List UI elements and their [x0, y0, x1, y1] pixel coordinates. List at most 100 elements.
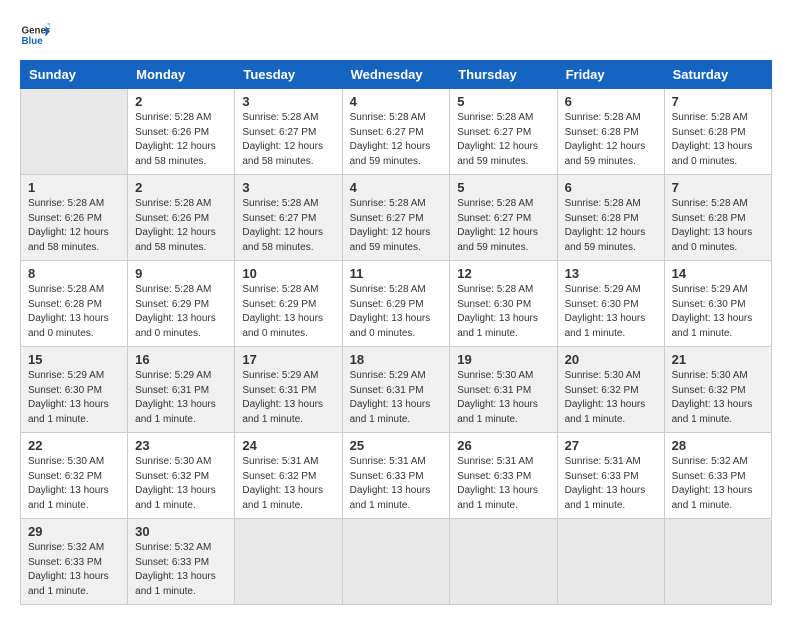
day-info: Sunrise: 5:29 AM Sunset: 6:30 PM Dayligh… — [28, 369, 120, 427]
calendar-cell: 18 Sunrise: 5:29 AM Sunset: 6:31 PM Dayli… — [342, 347, 450, 433]
calendar-cell: 24 Sunrise: 5:31 AM Sunset: 6:32 PM Dayli… — [235, 433, 342, 519]
calendar-row: 15 Sunrise: 5:29 AM Sunset: 6:30 PM Dayli… — [21, 347, 772, 433]
day-number: 13 — [565, 266, 657, 281]
calendar-cell — [450, 519, 557, 605]
header-wednesday: Wednesday — [342, 61, 450, 89]
day-number: 6 — [565, 94, 657, 109]
calendar-cell: 30Sunrise: 5:32 AM Sunset: 6:33 PM Dayli… — [128, 519, 235, 605]
calendar-cell — [235, 519, 342, 605]
day-info: Sunrise: 5:32 AM Sunset: 6:33 PM Dayligh… — [672, 455, 764, 513]
day-info: Sunrise: 5:28 AM Sunset: 6:28 PM Dayligh… — [565, 197, 657, 255]
day-number: 9 — [135, 266, 227, 281]
day-info: Sunrise: 5:28 AM Sunset: 6:29 PM Dayligh… — [242, 283, 334, 341]
day-info: Sunrise: 5:28 AM Sunset: 6:26 PM Dayligh… — [135, 111, 227, 169]
day-info: Sunrise: 5:30 AM Sunset: 6:31 PM Dayligh… — [457, 369, 549, 427]
day-info: Sunrise: 5:32 AM Sunset: 6:33 PM Dayligh… — [28, 541, 120, 599]
calendar-cell: 21 Sunrise: 5:30 AM Sunset: 6:32 PM Dayli… — [664, 347, 771, 433]
day-info: Sunrise: 5:28 AM Sunset: 6:28 PM Dayligh… — [672, 111, 764, 169]
calendar-cell: 5 Sunrise: 5:28 AM Sunset: 6:27 PM Daylig… — [450, 175, 557, 261]
calendar-cell: 20Sunrise: 5:30 AM Sunset: 6:32 PM Dayli… — [557, 347, 664, 433]
day-info: Sunrise: 5:30 AM Sunset: 6:32 PM Dayligh… — [672, 369, 764, 427]
calendar-cell: 29 Sunrise: 5:32 AM Sunset: 6:33 PM Dayli… — [21, 519, 128, 605]
day-info: Sunrise: 5:28 AM Sunset: 6:30 PM Dayligh… — [457, 283, 549, 341]
day-number: 5 — [457, 94, 549, 109]
day-info: Sunrise: 5:28 AM Sunset: 6:27 PM Dayligh… — [350, 197, 443, 255]
day-number: 12 — [457, 266, 549, 281]
day-number: 25 — [350, 438, 443, 453]
day-number: 10 — [242, 266, 334, 281]
calendar-cell: 4 Sunrise: 5:28 AM Sunset: 6:27 PM Daylig… — [342, 89, 450, 175]
calendar-body: 2 Sunrise: 5:28 AM Sunset: 6:26 PM Daylig… — [21, 89, 772, 605]
calendar-row: 1Sunrise: 5:28 AM Sunset: 6:26 PM Daylig… — [21, 175, 772, 261]
day-number: 16 — [135, 352, 227, 367]
calendar-cell — [342, 519, 450, 605]
day-number: 5 — [457, 180, 549, 195]
day-info: Sunrise: 5:28 AM Sunset: 6:27 PM Dayligh… — [350, 111, 443, 169]
day-number: 21 — [672, 352, 764, 367]
logo-icon: General Blue — [20, 20, 50, 50]
day-info: Sunrise: 5:31 AM Sunset: 6:33 PM Dayligh… — [457, 455, 549, 513]
day-info: Sunrise: 5:28 AM Sunset: 6:28 PM Dayligh… — [565, 111, 657, 169]
calendar-cell: 7 Sunrise: 5:28 AM Sunset: 6:28 PM Daylig… — [664, 89, 771, 175]
day-number: 29 — [28, 524, 120, 539]
calendar-cell: 12 Sunrise: 5:28 AM Sunset: 6:30 PM Dayli… — [450, 261, 557, 347]
header: General Blue — [20, 20, 772, 50]
day-info: Sunrise: 5:28 AM Sunset: 6:27 PM Dayligh… — [457, 197, 549, 255]
day-info: Sunrise: 5:29 AM Sunset: 6:30 PM Dayligh… — [565, 283, 657, 341]
day-number: 3 — [242, 180, 334, 195]
calendar-cell: 1Sunrise: 5:28 AM Sunset: 6:26 PM Daylig… — [21, 175, 128, 261]
calendar-cell: 26 Sunrise: 5:31 AM Sunset: 6:33 PM Dayli… — [450, 433, 557, 519]
header-tuesday: Tuesday — [235, 61, 342, 89]
day-number: 30 — [135, 524, 227, 539]
calendar-cell — [21, 89, 128, 175]
day-number: 15 — [28, 352, 120, 367]
calendar-cell: 3 Sunrise: 5:28 AM Sunset: 6:27 PM Daylig… — [235, 175, 342, 261]
day-info: Sunrise: 5:30 AM Sunset: 6:32 PM Dayligh… — [135, 455, 227, 513]
day-info: Sunrise: 5:28 AM Sunset: 6:28 PM Dayligh… — [672, 197, 764, 255]
day-info: Sunrise: 5:31 AM Sunset: 6:33 PM Dayligh… — [565, 455, 657, 513]
day-number: 2 — [135, 94, 227, 109]
calendar-table: Sunday Monday Tuesday Wednesday Thursday… — [20, 60, 772, 605]
day-info: Sunrise: 5:31 AM Sunset: 6:32 PM Dayligh… — [242, 455, 334, 513]
calendar-cell — [664, 519, 771, 605]
calendar-cell: 11Sunrise: 5:28 AM Sunset: 6:29 PM Dayli… — [342, 261, 450, 347]
day-number: 7 — [672, 94, 764, 109]
header-friday: Friday — [557, 61, 664, 89]
calendar-header-row: Sunday Monday Tuesday Wednesday Thursday… — [21, 61, 772, 89]
day-number: 27 — [565, 438, 657, 453]
calendar-cell: 2Sunrise: 5:28 AM Sunset: 6:26 PM Daylig… — [128, 175, 235, 261]
calendar-cell: 27 Sunrise: 5:31 AM Sunset: 6:33 PM Dayli… — [557, 433, 664, 519]
day-number: 24 — [242, 438, 334, 453]
day-info: Sunrise: 5:28 AM Sunset: 6:26 PM Dayligh… — [135, 197, 227, 255]
day-info: Sunrise: 5:31 AM Sunset: 6:33 PM Dayligh… — [350, 455, 443, 513]
day-number: 8 — [28, 266, 120, 281]
day-info: Sunrise: 5:28 AM Sunset: 6:26 PM Dayligh… — [28, 197, 120, 255]
header-monday: Monday — [128, 61, 235, 89]
day-info: Sunrise: 5:29 AM Sunset: 6:31 PM Dayligh… — [350, 369, 443, 427]
calendar-row: 2 Sunrise: 5:28 AM Sunset: 6:26 PM Daylig… — [21, 89, 772, 175]
day-info: Sunrise: 5:28 AM Sunset: 6:27 PM Dayligh… — [242, 197, 334, 255]
day-number: 26 — [457, 438, 549, 453]
calendar-cell: 10 Sunrise: 5:28 AM Sunset: 6:29 PM Dayli… — [235, 261, 342, 347]
day-info: Sunrise: 5:29 AM Sunset: 6:31 PM Dayligh… — [135, 369, 227, 427]
header-saturday: Saturday — [664, 61, 771, 89]
day-number: 11 — [350, 266, 443, 281]
calendar-cell: 3Sunrise: 5:28 AM Sunset: 6:27 PM Daylig… — [235, 89, 342, 175]
day-number: 4 — [350, 94, 443, 109]
calendar-row: 29 Sunrise: 5:32 AM Sunset: 6:33 PM Dayli… — [21, 519, 772, 605]
day-info: Sunrise: 5:30 AM Sunset: 6:32 PM Dayligh… — [565, 369, 657, 427]
calendar-cell: 6 Sunrise: 5:28 AM Sunset: 6:28 PM Daylig… — [557, 89, 664, 175]
calendar-cell: 6 Sunrise: 5:28 AM Sunset: 6:28 PM Daylig… — [557, 175, 664, 261]
day-number: 6 — [565, 180, 657, 195]
calendar-cell: 8 Sunrise: 5:28 AM Sunset: 6:28 PM Daylig… — [21, 261, 128, 347]
header-sunday: Sunday — [21, 61, 128, 89]
calendar-row: 22Sunrise: 5:30 AM Sunset: 6:32 PM Dayli… — [21, 433, 772, 519]
calendar-cell — [557, 519, 664, 605]
day-number: 28 — [672, 438, 764, 453]
day-number: 18 — [350, 352, 443, 367]
calendar-cell: 14Sunrise: 5:29 AM Sunset: 6:30 PM Dayli… — [664, 261, 771, 347]
calendar-cell: 22Sunrise: 5:30 AM Sunset: 6:32 PM Dayli… — [21, 433, 128, 519]
day-number: 7 — [672, 180, 764, 195]
day-info: Sunrise: 5:28 AM Sunset: 6:28 PM Dayligh… — [28, 283, 120, 341]
calendar-cell: 2 Sunrise: 5:28 AM Sunset: 6:26 PM Daylig… — [128, 89, 235, 175]
